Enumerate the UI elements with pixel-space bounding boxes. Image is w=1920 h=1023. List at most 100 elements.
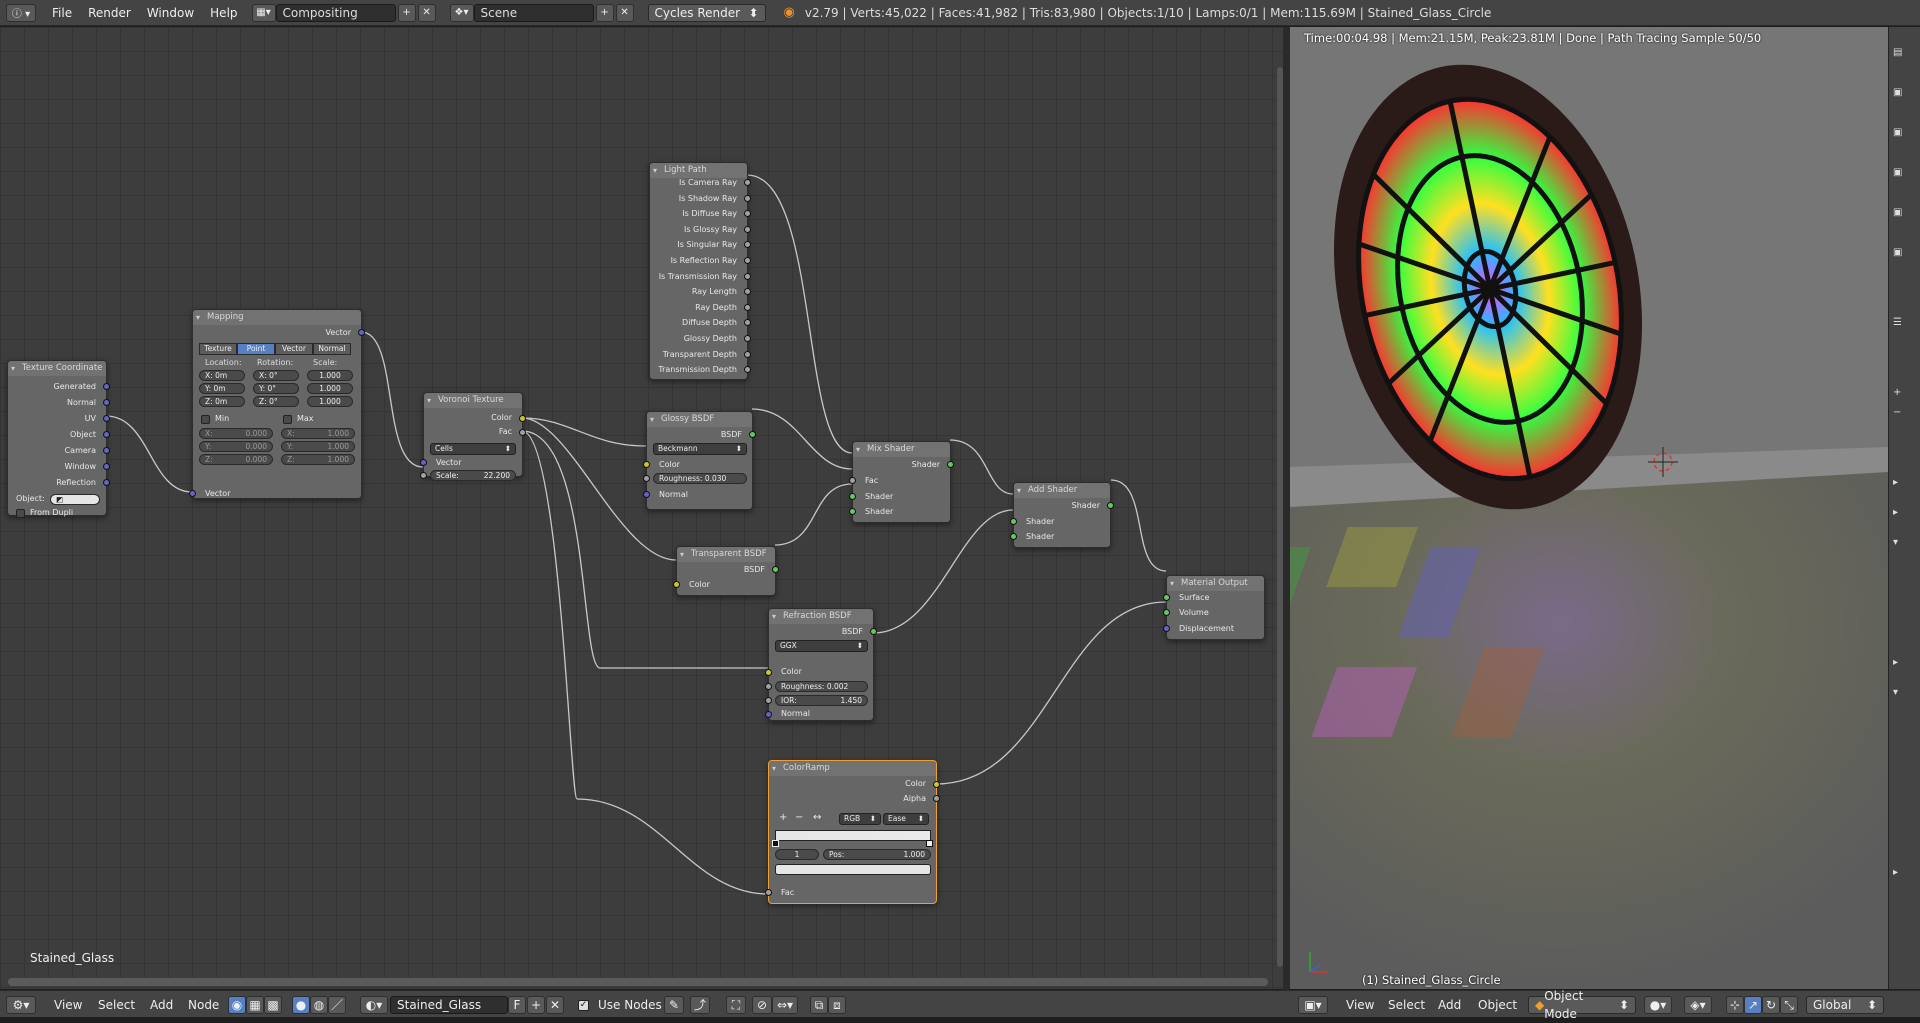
socket-displacement-in[interactable] xyxy=(1163,625,1170,632)
socket-volume-in[interactable] xyxy=(1163,609,1170,616)
rotation-x-field[interactable]: X: 0° xyxy=(253,370,299,381)
socket-light-path-out[interactable] xyxy=(744,335,751,342)
socket-light-path-out[interactable] xyxy=(744,225,751,233)
roughness-field[interactable]: Roughness: 0.002 xyxy=(775,681,868,692)
node-material-output[interactable]: Material Output Surface Volume Displacem… xyxy=(1163,575,1265,640)
socket-normal-in[interactable] xyxy=(643,491,650,498)
ramp-stop-left[interactable] xyxy=(772,840,779,847)
add-stop-button[interactable]: + xyxy=(779,812,787,824)
snap-icon[interactable]: ✎ xyxy=(664,996,684,1014)
expand-arrow-icon[interactable]: ▸ xyxy=(1893,477,1917,491)
node-title[interactable]: Material Output xyxy=(1167,576,1264,591)
min-x-field[interactable]: X: 0.000 xyxy=(199,428,273,439)
unlink-material-icon[interactable]: ✕ xyxy=(546,996,564,1014)
max-y-field[interactable]: Y: 1.000 xyxy=(281,441,355,452)
socket-generated[interactable] xyxy=(103,383,110,390)
remove-layout-icon[interactable]: ✕ xyxy=(417,3,436,22)
node-editor-type-button[interactable]: ⚙▾ xyxy=(6,996,36,1014)
socket-light-path-out[interactable] xyxy=(744,179,751,186)
socket-shader-out[interactable] xyxy=(1107,502,1114,509)
location-z-field[interactable]: Z: 0m xyxy=(199,396,245,407)
fake-user-button[interactable]: F xyxy=(508,996,526,1014)
socket-roughness-in[interactable] xyxy=(643,475,650,482)
node-title[interactable]: Refraction BSDF xyxy=(769,609,873,624)
socket-light-path-out[interactable] xyxy=(744,303,751,311)
material-name-field[interactable]: Stained_Glass xyxy=(390,996,508,1014)
socket-bsdf-out[interactable] xyxy=(749,431,756,438)
socket-shader2-in[interactable] xyxy=(1010,533,1017,540)
menu-select[interactable]: Select xyxy=(98,996,135,1014)
socket-color-out[interactable] xyxy=(933,781,940,788)
socket-shader1-in[interactable] xyxy=(849,493,856,500)
socket-shader2-in[interactable] xyxy=(849,508,856,515)
node-editor[interactable]: Texture Coordinate Generated Normal UV O… xyxy=(0,27,1283,989)
menu-view[interactable]: View xyxy=(54,996,82,1014)
rotation-z-field[interactable]: Z: 0° xyxy=(253,396,299,407)
socket-window[interactable] xyxy=(103,463,110,470)
flip-ramp-button[interactable]: ↔ xyxy=(813,812,821,824)
socket-scale-in[interactable] xyxy=(420,472,427,479)
scene-tab-icon[interactable]: ▣ xyxy=(1893,127,1917,141)
node-add-shader[interactable]: Add Shader Shader Shader Shader xyxy=(1010,482,1114,548)
max-x-field[interactable]: X: 1.000 xyxy=(281,428,355,439)
node-texture-coordinate[interactable]: Texture Coordinate Generated Normal UV O… xyxy=(7,360,110,518)
socket-fac-in[interactable] xyxy=(849,477,856,484)
menu-render[interactable]: Render xyxy=(80,0,139,26)
socket-color-in[interactable] xyxy=(643,461,650,468)
world-shader-icon[interactable]: ◍ xyxy=(310,996,328,1014)
max-z-field[interactable]: Z: 1.000 xyxy=(281,454,355,465)
ramp-stop-right[interactable] xyxy=(926,840,933,847)
translate-manipulator-icon[interactable]: ↗ xyxy=(1744,996,1762,1014)
snap-target-icon[interactable]: ⇔▾ xyxy=(772,996,798,1014)
node-glossy-bsdf[interactable]: Glossy BSDF BSDF Beckmann ⬍ Color Roughne… xyxy=(643,411,756,510)
socket-uv[interactable] xyxy=(103,415,110,422)
socket-color-in[interactable] xyxy=(673,581,680,588)
stop-color-swatch[interactable] xyxy=(775,864,931,875)
socket-roughness-in[interactable] xyxy=(765,683,772,690)
zoom-out-icon[interactable]: − xyxy=(1893,407,1917,421)
socket-shader1-in[interactable] xyxy=(1010,518,1017,525)
node-title[interactable]: Voronoi Texture xyxy=(424,393,522,408)
socket-fac-out[interactable] xyxy=(519,429,526,436)
node-color-ramp[interactable]: ColorRamp Color Alpha + − ↔ RGB ⬍ Ease ⬍ 1… xyxy=(765,760,940,904)
socket-camera[interactable] xyxy=(103,447,110,454)
area-separator[interactable] xyxy=(1283,27,1290,1016)
node-mapping[interactable]: Mapping Vector Texture Point Vector Norm… xyxy=(189,309,365,499)
3d-view-type-button[interactable]: ▣▾ xyxy=(1298,996,1328,1014)
node-title[interactable]: Glossy BSDF xyxy=(647,412,752,427)
zoom-in-icon[interactable]: + xyxy=(1893,387,1917,401)
ior-field[interactable]: IOR: 1.450 xyxy=(775,695,868,706)
socket-light-path-out[interactable] xyxy=(744,272,751,280)
socket-color-in[interactable] xyxy=(765,669,772,676)
socket-light-path-out[interactable] xyxy=(744,350,751,358)
expand-arrow-icon[interactable]: ▾ xyxy=(1893,687,1917,701)
node-mix-shader[interactable]: Mix Shader Shader Fac Shader Shader xyxy=(849,441,954,523)
menu-window[interactable]: Window xyxy=(139,0,202,26)
use-nodes-checkbox[interactable]: ✓ xyxy=(578,1000,589,1011)
socket-shader-out[interactable] xyxy=(947,461,954,468)
paste-nodes-icon[interactable]: ⧈ xyxy=(828,996,846,1014)
render-engine-select[interactable]: Cycles Render ⬍ xyxy=(647,3,766,22)
menu-file[interactable]: File xyxy=(44,0,80,26)
scale-z-field[interactable]: 1.000 xyxy=(307,396,353,407)
socket-normal[interactable] xyxy=(103,399,110,406)
compositing-nodes-icon[interactable]: ▦ xyxy=(246,996,264,1014)
menu-add[interactable]: Add xyxy=(150,996,173,1014)
max-checkbox[interactable] xyxy=(283,415,292,424)
pivot-point-icon[interactable]: ◈▾ xyxy=(1684,996,1712,1014)
rotate-manipulator-icon[interactable]: ↻ xyxy=(1762,996,1780,1014)
node-title[interactable]: Light Path xyxy=(650,163,747,178)
scale-field[interactable]: Scale: 22.200 xyxy=(430,470,516,481)
socket-normal-in[interactable] xyxy=(765,711,772,718)
object-picker[interactable]: ◩ xyxy=(50,494,100,505)
distribution-select[interactable]: Beckmann ⬍ xyxy=(653,443,747,455)
distribution-select[interactable]: GGX ⬍ xyxy=(775,640,868,652)
menu-add-3d[interactable]: Add xyxy=(1438,996,1461,1014)
copy-nodes-icon[interactable]: ⧉ xyxy=(810,996,828,1014)
node-title[interactable]: Mapping xyxy=(193,310,361,325)
tab-texture[interactable]: Texture xyxy=(199,343,237,355)
scene-field[interactable]: Scene xyxy=(473,3,594,22)
object-shader-icon[interactable]: ● xyxy=(292,996,310,1014)
node-title[interactable]: Texture Coordinate xyxy=(8,361,106,376)
texture-nodes-icon[interactable]: ▩ xyxy=(264,996,282,1014)
